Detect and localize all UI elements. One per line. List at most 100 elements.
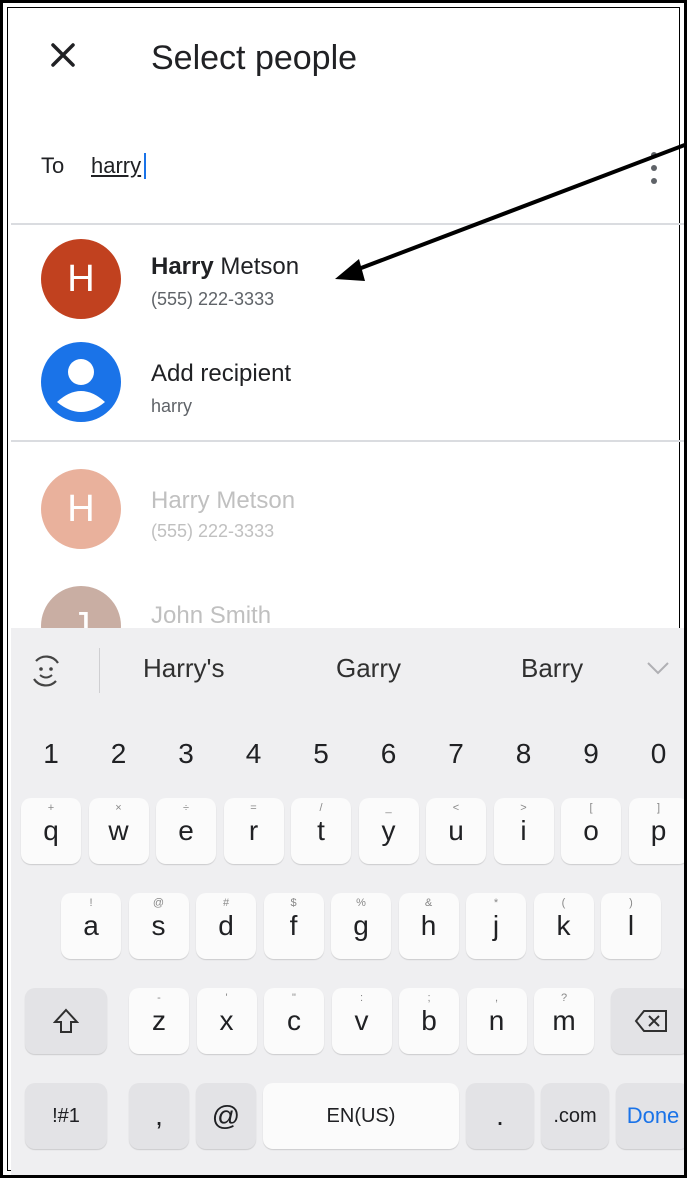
suggestion-item-harry-metson[interactable]: H Harry Metson (555) 222-3333 bbox=[11, 235, 684, 325]
key-hint: * bbox=[493, 897, 499, 909]
key-r[interactable]: = r bbox=[223, 798, 284, 864]
key-label: EN(US) bbox=[326, 1104, 396, 1127]
key-n[interactable]: ,n bbox=[466, 988, 527, 1054]
key-label: v bbox=[354, 1005, 369, 1036]
close-icon bbox=[51, 43, 75, 67]
comma-key[interactable]: , bbox=[129, 1083, 189, 1149]
key-5[interactable]: 5 bbox=[291, 721, 351, 787]
divider bbox=[11, 223, 684, 225]
key-p[interactable]: ] p bbox=[628, 798, 684, 864]
key-label: 9 bbox=[583, 738, 599, 769]
key-l[interactable]: ) l bbox=[601, 893, 661, 959]
key-label: 8 bbox=[515, 738, 532, 769]
add-recipient-item[interactable]: Add recipient harry bbox=[11, 338, 684, 428]
key-label: q bbox=[43, 815, 59, 846]
key-d[interactable]: # d bbox=[196, 893, 256, 959]
shift-key[interactable] bbox=[25, 988, 107, 1054]
key-2[interactable]: 2 bbox=[89, 721, 149, 787]
space-key[interactable]: EN(US) bbox=[263, 1083, 459, 1149]
key-label: 7 bbox=[448, 738, 464, 769]
key-hint: / bbox=[319, 802, 323, 814]
key-x[interactable]: ' x bbox=[196, 988, 257, 1054]
key-0[interactable]: 0 bbox=[629, 721, 685, 787]
at-key[interactable]: @ bbox=[196, 1083, 256, 1149]
avatar: H bbox=[41, 469, 121, 549]
key-hint: ; bbox=[427, 992, 431, 1004]
key-label: e bbox=[178, 815, 194, 846]
close-button[interactable] bbox=[41, 33, 85, 77]
key-w[interactable]: × w bbox=[88, 798, 149, 864]
key-label: @ bbox=[211, 1100, 241, 1131]
key-hint: < bbox=[452, 802, 460, 814]
suggestion-word-2[interactable]: Garry bbox=[336, 653, 401, 684]
page-title: Select people bbox=[151, 39, 358, 77]
key-c[interactable]: " c bbox=[264, 988, 324, 1054]
backspace-key[interactable] bbox=[611, 988, 684, 1054]
key-8[interactable]: 8 bbox=[494, 721, 554, 787]
symbols-key[interactable]: !#1 bbox=[25, 1083, 107, 1149]
key-7[interactable]: 7 bbox=[426, 721, 486, 787]
key-b[interactable]: ; b bbox=[399, 988, 459, 1054]
key-hint: ? bbox=[560, 992, 568, 1004]
key-3[interactable]: 3 bbox=[156, 721, 216, 787]
key-t[interactable]: / t bbox=[291, 798, 351, 864]
key-y[interactable]: _ y bbox=[358, 798, 419, 864]
more-vert-icon bbox=[651, 152, 657, 184]
key-hint: _ bbox=[385, 802, 392, 814]
key-hint: - bbox=[157, 992, 161, 1004]
key-h[interactable]: & h bbox=[398, 893, 459, 959]
contact-name: John Smith bbox=[151, 602, 272, 629]
key-label: 3 bbox=[178, 738, 194, 769]
emoji-button[interactable] bbox=[21, 646, 71, 696]
collapse-suggestions-button[interactable] bbox=[638, 648, 678, 688]
key-6[interactable]: 6 bbox=[359, 721, 419, 787]
key-label: 5 bbox=[313, 738, 329, 769]
key-1[interactable]: 1 bbox=[21, 721, 81, 787]
key-hint: , bbox=[494, 992, 499, 1004]
key-hint: ! bbox=[89, 897, 93, 909]
key-hint: ) bbox=[629, 897, 633, 909]
key-label: z bbox=[152, 1005, 166, 1036]
more-options-button[interactable] bbox=[644, 148, 664, 188]
done-key[interactable]: Done bbox=[616, 1083, 684, 1149]
recipient-input[interactable]: harry bbox=[91, 153, 147, 179]
dotcom-key[interactable]: .com bbox=[541, 1083, 609, 1149]
on-screen-keyboard: Harry's Garry Barry 1 2 3 4 5 6 7 8 9 0 + q × w ÷ e = r / t… bbox=[11, 628, 684, 1175]
key-label: u bbox=[448, 815, 464, 846]
key-label: w bbox=[108, 815, 129, 846]
key-hint: = bbox=[250, 802, 257, 814]
key-label: a bbox=[83, 910, 99, 941]
key-u[interactable]: < u bbox=[426, 798, 486, 864]
key-9[interactable]: 9 bbox=[561, 721, 621, 787]
key-label: f bbox=[289, 910, 298, 941]
key-v[interactable]: :v bbox=[331, 988, 392, 1054]
key-i[interactable]: > i bbox=[493, 798, 554, 864]
key-hint: ] bbox=[656, 802, 661, 814]
key-j[interactable]: * j bbox=[466, 893, 526, 959]
key-f[interactable]: $ f bbox=[263, 893, 324, 959]
key-4[interactable]: 4 bbox=[224, 721, 284, 787]
key-label: d bbox=[218, 910, 234, 941]
recipient-field-row: To harry bbox=[11, 128, 684, 208]
key-m[interactable]: ? m bbox=[534, 988, 594, 1054]
key-z[interactable]: -z bbox=[129, 988, 189, 1054]
key-label: h bbox=[420, 910, 437, 941]
contact-item-harry-metson[interactable]: H Harry Metson (555) 222-3333 bbox=[11, 465, 684, 555]
key-o[interactable]: [o bbox=[561, 798, 621, 864]
key-hint: @ bbox=[152, 897, 165, 909]
key-e[interactable]: ÷ e bbox=[156, 798, 216, 864]
key-hint: $ bbox=[290, 897, 297, 909]
key-label: 1 bbox=[43, 738, 59, 769]
suggestion-word-1[interactable]: Harry's bbox=[143, 653, 225, 684]
key-q[interactable]: + q bbox=[21, 798, 81, 864]
key-label: k bbox=[556, 910, 571, 941]
suggestion-word-3[interactable]: Barry bbox=[521, 653, 583, 684]
key-label: t bbox=[317, 815, 325, 846]
key-k[interactable]: (k bbox=[533, 893, 594, 959]
key-g[interactable]: % g bbox=[331, 893, 391, 959]
key-hint: " bbox=[292, 992, 296, 1004]
period-key[interactable]: . bbox=[466, 1083, 534, 1149]
key-label: x bbox=[219, 1005, 234, 1036]
key-a[interactable]: ! a bbox=[61, 893, 121, 959]
key-s[interactable]: @ s bbox=[128, 893, 189, 959]
